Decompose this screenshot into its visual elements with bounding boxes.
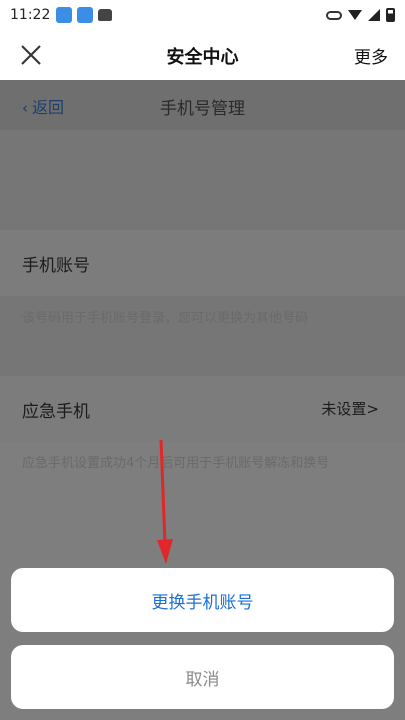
phone-account-row[interactable]: 手机账号 xyxy=(0,230,405,296)
sub-header: ‹ 返回 手机号管理 xyxy=(0,80,405,130)
status-bar: 11:22 xyxy=(0,0,405,30)
phone-account-label: 手机账号 xyxy=(22,256,90,276)
page-title: 安全中心 xyxy=(166,47,239,68)
status-time: 11:22 xyxy=(10,7,51,23)
cat-notification-icon xyxy=(98,9,113,21)
battery-icon xyxy=(386,8,395,22)
app-notification-icon xyxy=(56,7,73,23)
emergency-phone-label: 应急手机 xyxy=(22,402,90,422)
wifi-icon xyxy=(348,10,362,20)
status-indicators xyxy=(326,8,395,22)
change-phone-account-button[interactable]: 更换手机账号 xyxy=(11,568,394,632)
cancel-button[interactable]: 取消 xyxy=(11,645,394,709)
red-arrow-annotation xyxy=(157,440,173,564)
app-notification-icon-2 xyxy=(77,7,94,23)
emergency-phone-description: 应急手机设置成功4个月后可用于手机账号解冻和换号 xyxy=(22,456,330,471)
phone-account-description: 该号码用于手机账号登录，您可以更换为其他号码 xyxy=(22,311,309,326)
signal-icon xyxy=(368,9,380,21)
title-bar: 安全中心 更多 xyxy=(0,30,405,80)
empty-band xyxy=(0,130,405,230)
emergency-phone-row[interactable]: 应急手机 未设置> xyxy=(0,376,405,442)
vpn-key-icon xyxy=(326,10,342,20)
emergency-phone-status: 未设置> xyxy=(321,400,379,418)
sub-page-title: 手机号管理 xyxy=(160,99,245,119)
more-button[interactable]: 更多 xyxy=(354,43,388,68)
